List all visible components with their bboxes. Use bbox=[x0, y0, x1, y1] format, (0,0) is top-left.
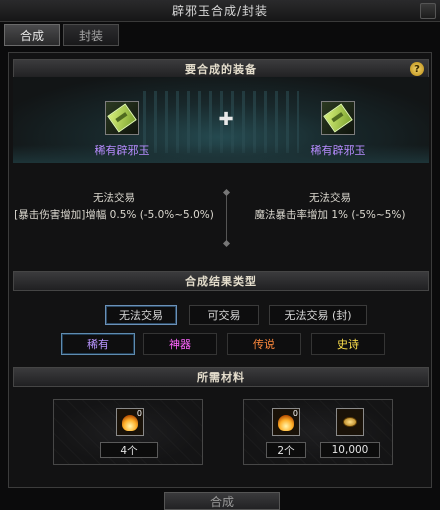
tab-bar: 合成 封装 bbox=[4, 24, 119, 48]
trade-option-untradable[interactable]: 无法交易 bbox=[105, 305, 177, 325]
section-head-equip: 要合成的装备 ? bbox=[13, 59, 429, 79]
stat-divider bbox=[226, 193, 227, 243]
material-group-1: 0 4个 bbox=[53, 399, 203, 465]
section-head-materials: 所需材料 bbox=[13, 367, 429, 387]
material-count: 2个 bbox=[266, 442, 306, 458]
combine-button[interactable]: 合成 bbox=[164, 492, 280, 510]
main-panel: 要合成的装备 ? 稀有辟邪玉 ✚ 稀有辟邪玉 无法交易 [暴击伤害增加]增幅 0… bbox=[8, 52, 432, 488]
title-bar: 辟邪玉合成/封装 bbox=[0, 0, 440, 22]
equip-slot-right[interactable] bbox=[321, 101, 355, 135]
window-title: 辟邪玉合成/封装 bbox=[171, 4, 269, 18]
plus-icon: ✚ bbox=[218, 108, 234, 130]
help-icon[interactable]: ? bbox=[410, 62, 424, 76]
material-slot-gold[interactable] bbox=[336, 408, 364, 436]
material-badge: 0 bbox=[292, 409, 298, 418]
rarity-option-legendary[interactable]: 传说 bbox=[227, 333, 301, 355]
amulet-icon bbox=[323, 103, 353, 133]
rarity-option-epic[interactable]: 史诗 bbox=[311, 333, 385, 355]
material-group-2: 0 2个 10,000 bbox=[243, 399, 393, 465]
item-name-left: 稀有辟邪玉 bbox=[94, 144, 150, 157]
rarity-option-artifact[interactable]: 神器 bbox=[143, 333, 217, 355]
item-right-trade: 无法交易 bbox=[309, 192, 351, 204]
item-name-right: 稀有辟邪玉 bbox=[310, 144, 366, 157]
section-title-result-type: 合成结果类型 bbox=[185, 275, 257, 288]
material-count: 4个 bbox=[100, 442, 158, 458]
material-slot-flame[interactable]: 0 bbox=[272, 408, 300, 436]
flame-icon bbox=[278, 415, 294, 431]
close-button[interactable] bbox=[420, 3, 436, 19]
item-left-stat: [暴击伤害增加]增幅 0.5% (-5.0%~5.0%) bbox=[14, 209, 214, 221]
section-title-equip: 要合成的装备 bbox=[185, 63, 257, 76]
section-head-result-type: 合成结果类型 bbox=[13, 271, 429, 291]
tab-seal[interactable]: 封装 bbox=[63, 24, 119, 46]
item-left-trade: 无法交易 bbox=[93, 192, 135, 204]
material-count: 10,000 bbox=[320, 442, 380, 458]
rarity-option-rare[interactable]: 稀有 bbox=[61, 333, 135, 355]
flame-icon bbox=[122, 415, 138, 431]
gold-coin-icon bbox=[343, 417, 357, 427]
equip-slot-left[interactable] bbox=[105, 101, 139, 135]
material-slot-flame[interactable]: 0 bbox=[116, 408, 144, 436]
trade-option-untradable-sealed[interactable]: 无法交易 (封) bbox=[269, 305, 367, 325]
amulet-icon bbox=[107, 103, 137, 133]
section-title-materials: 所需材料 bbox=[197, 371, 245, 384]
material-badge: 0 bbox=[136, 409, 142, 418]
tab-combine[interactable]: 合成 bbox=[4, 24, 60, 46]
trade-option-tradable[interactable]: 可交易 bbox=[189, 305, 259, 325]
item-right-stat: 魔法暴击率增加 1% (-5%~5%) bbox=[254, 209, 406, 221]
